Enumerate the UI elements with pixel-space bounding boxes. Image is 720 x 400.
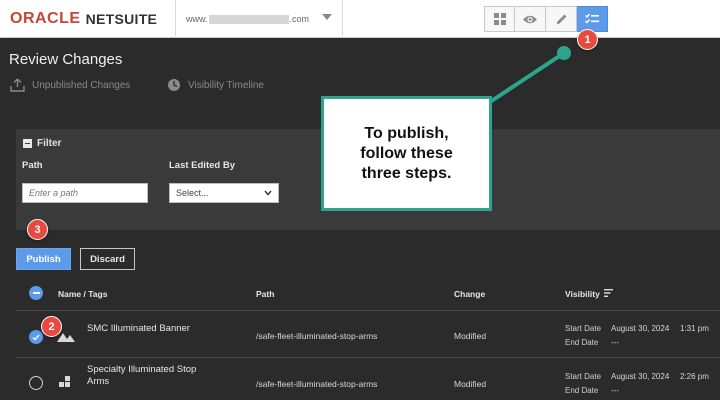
step-badge-3: 3 — [27, 219, 48, 240]
step-badge-1: 1 — [577, 29, 598, 50]
callout-line: three steps. — [361, 164, 452, 182]
step-badge-2: 2 — [41, 316, 62, 337]
callout-line: To publish, — [364, 124, 449, 142]
instruction-callout: To publish, follow these three steps. — [321, 96, 492, 211]
callout-text: To publish, follow these three steps. — [342, 124, 472, 184]
callout-line: follow these — [360, 144, 453, 162]
